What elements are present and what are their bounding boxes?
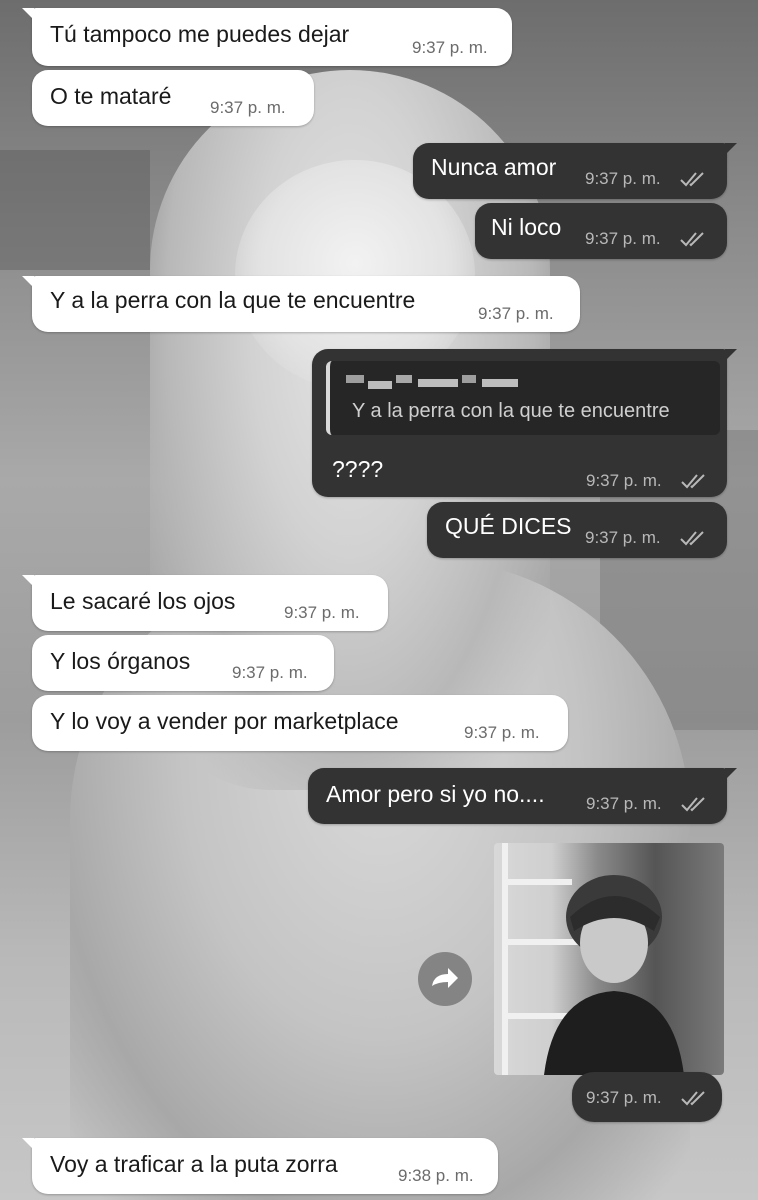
quoted-message-text: Y a la perra con la que te encuentre xyxy=(352,400,670,422)
message-text: Le sacaré los ojos xyxy=(50,588,236,614)
double-check-icon xyxy=(681,474,705,489)
message-text: Y a la perra con la que te encuentre xyxy=(50,287,416,313)
double-check-icon xyxy=(681,797,705,812)
photo-person xyxy=(544,875,684,1075)
message-bubble-outgoing[interactable]: QUÉ DICES 9:37 p. m. xyxy=(427,502,727,558)
message-text: Tú tampoco me puedes dejar xyxy=(50,21,350,47)
message-bubble-incoming[interactable]: Voy a traficar a la puta zorra 9:38 p. m… xyxy=(22,1138,498,1194)
message-bubble-incoming[interactable]: Y los órganos 9:37 p. m. xyxy=(32,635,334,691)
message-bubble-outgoing[interactable]: Nunca amor 9:37 p. m. xyxy=(413,143,737,199)
double-check-icon xyxy=(680,172,704,187)
image-timestamp-pill: 9:37 p. m. xyxy=(572,1072,722,1122)
message-text: Ni loco xyxy=(491,214,562,240)
message-text: QUÉ DICES xyxy=(445,513,572,539)
message-text: Y los órganos xyxy=(50,648,191,674)
message-text: Y lo voy a vender por marketplace xyxy=(50,708,399,734)
message-text: O te mataré xyxy=(50,83,172,109)
message-text: Voy a traficar a la puta zorra xyxy=(50,1151,338,1177)
wallpaper-wall xyxy=(0,150,150,270)
redacted-sender-name xyxy=(346,371,526,393)
message-bubble-outgoing[interactable]: Ni loco 9:37 p. m. xyxy=(475,203,727,259)
message-time: 9:37 p. m. xyxy=(586,471,662,490)
message-time: 9:37 p. m. xyxy=(585,169,661,188)
message-time: 9:37 p. m. xyxy=(464,723,540,742)
double-check-icon xyxy=(680,531,704,546)
message-text: ???? xyxy=(332,456,384,482)
message-bubble-incoming[interactable]: Le sacaré los ojos 9:37 p. m. xyxy=(22,575,388,631)
message-bubble-incoming[interactable]: Tú tampoco me puedes dejar 9:37 p. m. xyxy=(22,8,512,66)
quoted-message[interactable]: Y a la perra con la que te encuentre xyxy=(326,361,720,435)
message-text: Nunca amor xyxy=(431,154,557,180)
forward-icon[interactable] xyxy=(418,952,472,1006)
message-time: 9:37 p. m. xyxy=(478,304,554,323)
message-time: 9:37 p. m. xyxy=(284,603,360,622)
message-time: 9:37 p. m. xyxy=(585,229,661,248)
message-time: 9:37 p. m. xyxy=(586,1088,662,1107)
double-check-icon xyxy=(681,1091,705,1106)
message-time: 9:37 p. m. xyxy=(210,98,286,117)
message-time: 9:38 p. m. xyxy=(398,1166,474,1185)
message-time: 9:37 p. m. xyxy=(586,794,662,813)
message-bubble-incoming[interactable]: Y a la perra con la que te encuentre 9:3… xyxy=(22,276,580,332)
message-bubble-incoming[interactable]: O te mataré 9:37 p. m. xyxy=(32,70,314,126)
message-bubble-outgoing[interactable]: Amor pero si yo no.... 9:37 p. m. xyxy=(308,768,737,824)
image-message[interactable] xyxy=(494,843,724,1075)
message-bubble-incoming[interactable]: Y lo voy a vender por marketplace 9:37 p… xyxy=(32,695,568,751)
message-time: 9:37 p. m. xyxy=(412,38,488,57)
message-time: 9:37 p. m. xyxy=(232,663,308,682)
message-time: 9:37 p. m. xyxy=(585,528,661,547)
message-bubble-outgoing-reply[interactable]: Y a la perra con la que te encuentre ???… xyxy=(312,349,737,497)
double-check-icon xyxy=(680,232,704,247)
message-text: Amor pero si yo no.... xyxy=(326,781,545,807)
